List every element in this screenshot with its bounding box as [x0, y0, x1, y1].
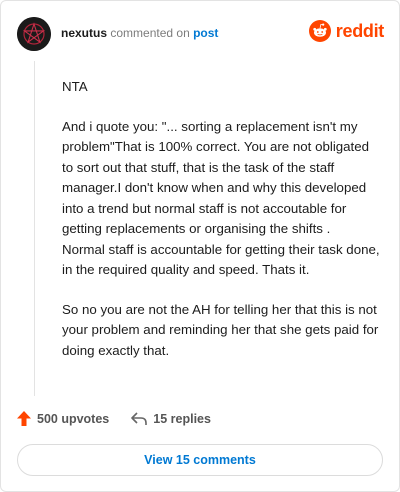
replies-count: 15 replies: [153, 411, 211, 426]
reddit-wordmark: reddit: [335, 20, 385, 41]
comment-paragraph: And i quote you: "... sorting a replacem…: [62, 118, 380, 278]
thread-line[interactable]: [34, 61, 35, 396]
username[interactable]: nexutus: [61, 26, 107, 40]
reply-arrow-icon: [131, 411, 148, 425]
reddit-snoo-icon: [308, 20, 331, 42]
reddit-brand[interactable]: reddit: [308, 20, 385, 42]
post-link[interactable]: post: [193, 26, 218, 40]
pentagram-icon: [17, 17, 51, 51]
comment-paragraph: So no you are not the AH for telling her…: [62, 301, 379, 358]
comment-body: NTA And i quote you: "... sorting a repl…: [62, 77, 380, 380]
upvote-arrow-icon: [17, 411, 31, 426]
replies-button[interactable]: 15 replies: [131, 412, 211, 426]
upvote-button[interactable]: 500 upvotes: [17, 411, 109, 426]
comment-header: nexutus commented on post: [17, 17, 218, 51]
upvotes-count: 500 upvotes: [37, 411, 110, 426]
view-comments-button[interactable]: View 15 comments: [17, 444, 383, 476]
avatar[interactable]: [17, 17, 51, 51]
comment-meta: nexutus commented on post: [61, 26, 218, 40]
comment-paragraph: NTA: [62, 79, 88, 94]
comment-card: nexutus commented on post reddit NTA And…: [0, 0, 400, 492]
comment-actions: 500 upvotes 15 replies: [17, 411, 211, 426]
commented-on-text: commented on: [110, 26, 190, 40]
